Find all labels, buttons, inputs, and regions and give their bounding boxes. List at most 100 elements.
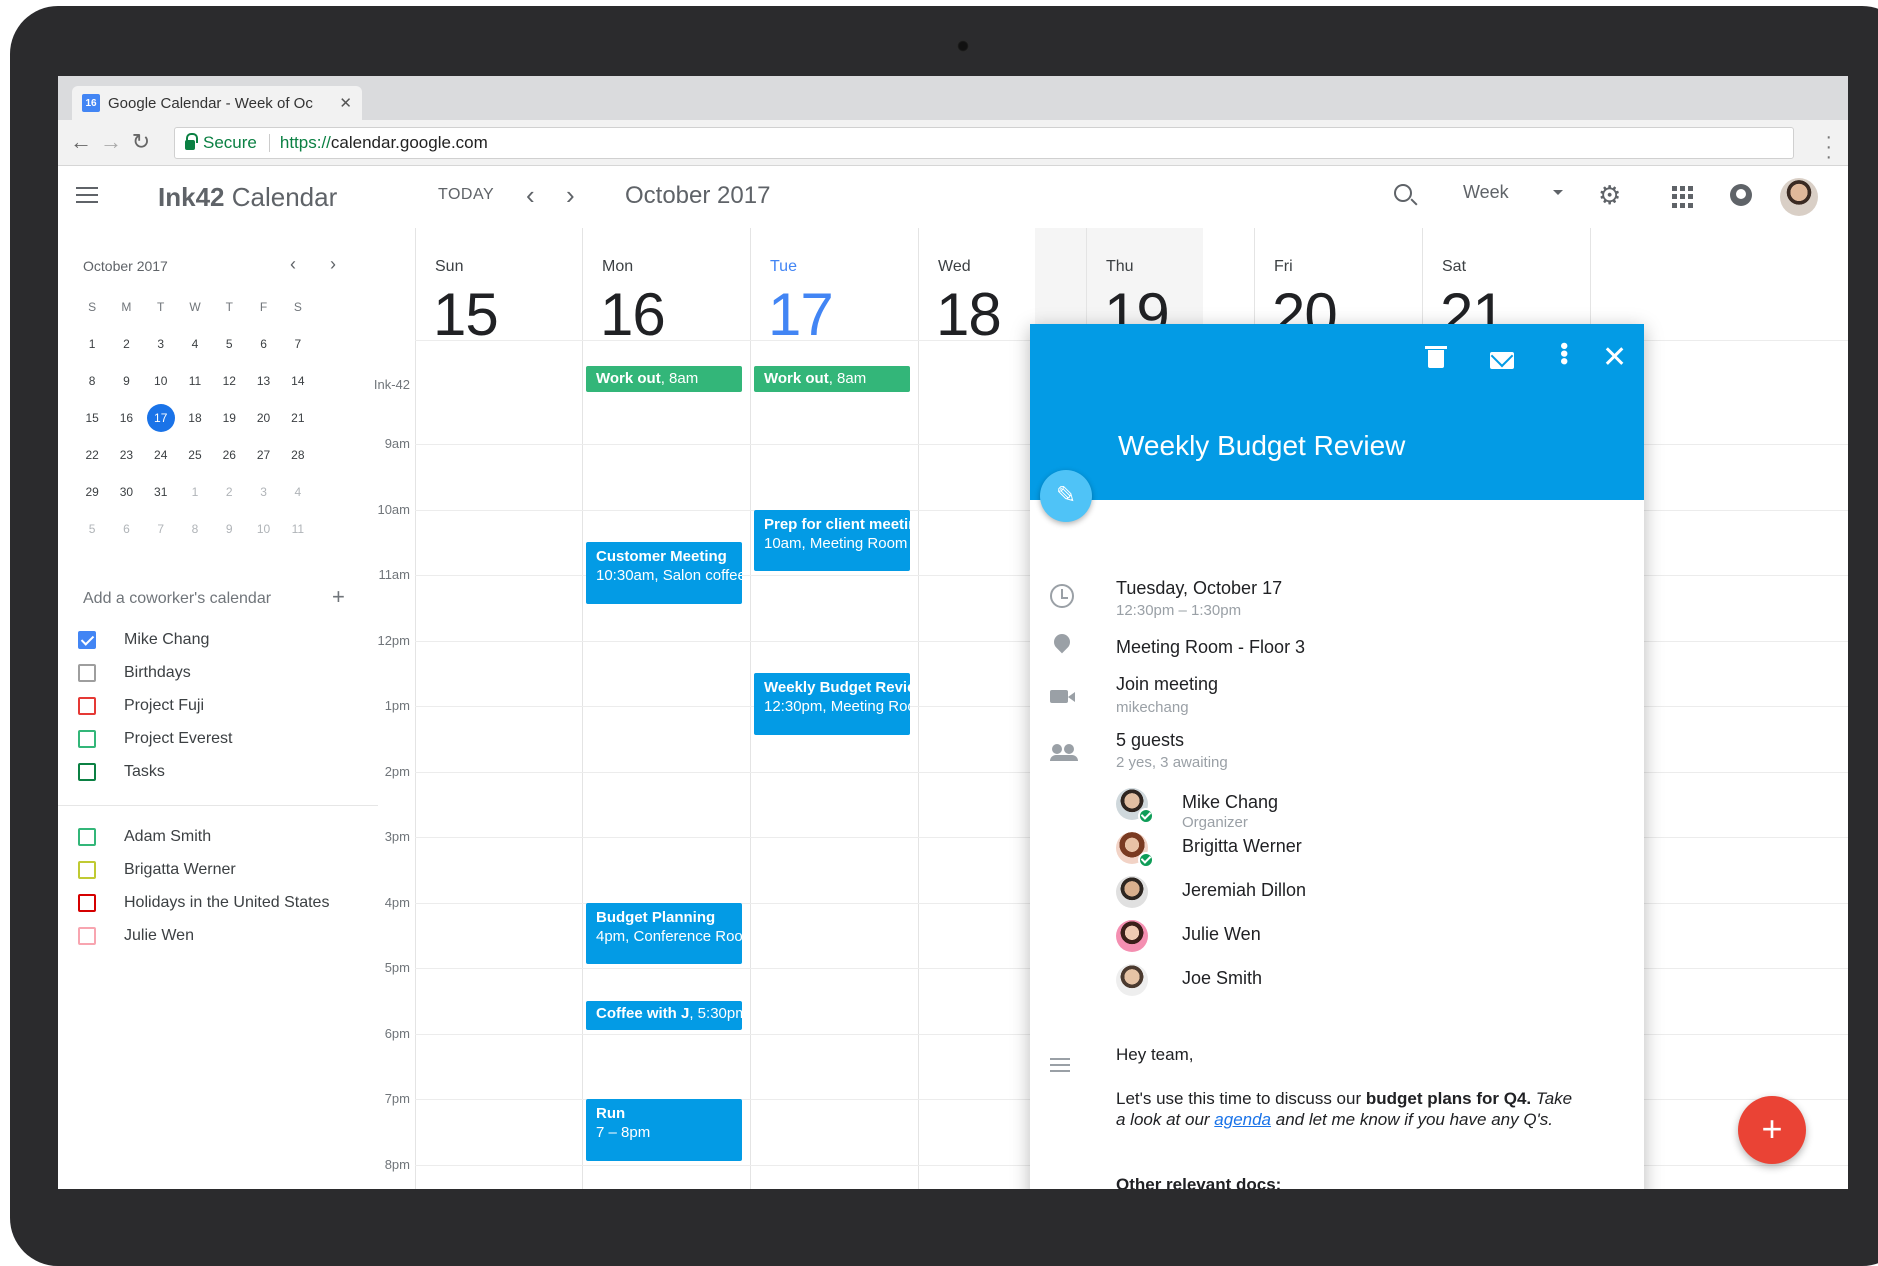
mini-day[interactable]: 3 xyxy=(246,485,280,499)
mini-day[interactable]: 22 xyxy=(75,448,109,462)
calendar-checkbox[interactable] xyxy=(78,860,96,879)
mini-day[interactable]: 4 xyxy=(281,485,315,499)
mini-day[interactable]: 9 xyxy=(212,522,246,536)
mini-day[interactable]: 3 xyxy=(144,337,178,351)
mini-day[interactable]: 1 xyxy=(178,485,212,499)
mini-day[interactable]: 29 xyxy=(75,485,109,499)
reload-icon[interactable]: ↻ xyxy=(128,129,154,155)
edit-event-button[interactable]: ✎ xyxy=(1040,470,1092,522)
mini-day[interactable]: 27 xyxy=(246,448,280,462)
mini-day[interactable]: 21 xyxy=(281,411,315,425)
guest-item[interactable]: Julie Wen xyxy=(1116,920,1536,956)
mini-day[interactable]: 31 xyxy=(144,485,178,499)
calendar-checkbox[interactable] xyxy=(78,762,96,781)
event-run[interactable]: Run 7 – 8pm xyxy=(586,1099,742,1161)
event-mon-workout[interactable]: Work out, 8am xyxy=(586,366,742,392)
mini-day[interactable]: 2 xyxy=(212,485,246,499)
day-header[interactable]: Mon 16 xyxy=(582,228,750,348)
calendar-item[interactable]: Brigatta Werner xyxy=(78,853,358,886)
event-budget-review[interactable]: Weekly Budget Review12:30pm, Meeting Roo… xyxy=(754,673,910,735)
calendar-item[interactable]: Holidays in the United States xyxy=(78,886,358,919)
mini-day[interactable]: 4 xyxy=(178,337,212,351)
mini-day[interactable]: 20 xyxy=(246,411,280,425)
close-tab-icon[interactable]: ✕ xyxy=(339,94,352,112)
guest-item[interactable]: Jeremiah Dillon xyxy=(1116,876,1536,912)
mini-day[interactable]: 10 xyxy=(144,374,178,388)
event-tue-workout[interactable]: Work out, 8am xyxy=(754,366,910,392)
mini-day[interactable]: 8 xyxy=(178,522,212,536)
main-menu-icon[interactable] xyxy=(76,187,98,203)
delete-icon[interactable] xyxy=(1425,346,1447,368)
gear-icon[interactable]: ⚙ xyxy=(1598,182,1621,208)
view-select[interactable]: Week xyxy=(1463,182,1563,203)
add-coworker-input[interactable]: Add a coworker's calendar xyxy=(83,590,271,608)
mini-day[interactable]: 2 xyxy=(109,337,143,351)
email-guests-icon[interactable] xyxy=(1490,352,1514,369)
calendar-checkbox[interactable] xyxy=(78,630,96,649)
mini-day[interactable]: 18 xyxy=(178,411,212,425)
event-coffee[interactable]: Coffee with J, 5:30pm xyxy=(586,1000,742,1030)
mini-day[interactable]: 7 xyxy=(144,522,178,536)
guest-item[interactable]: Mike Chang Organizer xyxy=(1116,788,1536,831)
create-event-button[interactable]: + xyxy=(1738,1096,1806,1164)
mini-day[interactable]: 24 xyxy=(144,448,178,462)
mini-prev-month-icon[interactable]: ‹ xyxy=(290,254,296,275)
forward-arrow-icon[interactable]: → xyxy=(98,129,124,155)
calendar-checkbox[interactable] xyxy=(78,827,96,846)
calendar-item[interactable]: Julie Wen xyxy=(78,919,358,952)
notifications-icon[interactable] xyxy=(1730,184,1752,206)
mini-day[interactable]: 19 xyxy=(212,411,246,425)
day-header[interactable]: Sun 15 xyxy=(415,228,583,348)
guest-item[interactable]: Joe Smith xyxy=(1116,964,1536,1000)
calendar-checkbox[interactable] xyxy=(78,926,96,945)
browser-tab[interactable]: 16 Google Calendar - Week of Oc ✕ xyxy=(72,86,362,120)
browser-menu-icon[interactable]: · · · xyxy=(1825,127,1832,167)
calendar-item[interactable]: Birthdays xyxy=(78,656,358,689)
mini-day[interactable]: 14 xyxy=(281,374,315,388)
mini-day[interactable]: 16 xyxy=(109,411,143,425)
more-options-icon[interactable]: ••• xyxy=(1552,342,1577,365)
calendar-checkbox[interactable] xyxy=(78,729,96,748)
apps-grid-icon[interactable] xyxy=(1672,186,1694,208)
mini-day[interactable]: 23 xyxy=(109,448,143,462)
mini-day[interactable]: 26 xyxy=(212,448,246,462)
prev-week-icon[interactable]: ‹ xyxy=(526,180,535,211)
agenda-link[interactable]: agenda xyxy=(1214,1110,1271,1129)
mini-day[interactable]: 11 xyxy=(178,374,212,388)
calendar-checkbox[interactable] xyxy=(78,893,96,912)
event-prep[interactable]: Prep for client meeting10am, Meeting Roo… xyxy=(754,509,910,571)
close-icon[interactable]: ✕ xyxy=(1602,340,1627,375)
mini-next-month-icon[interactable]: › xyxy=(330,254,336,275)
mini-day[interactable]: 30 xyxy=(109,485,143,499)
calendar-item[interactable]: Project Everest xyxy=(78,722,358,755)
mini-day[interactable]: 28 xyxy=(281,448,315,462)
mini-day[interactable]: 6 xyxy=(246,337,280,351)
mini-day[interactable]: 25 xyxy=(178,448,212,462)
address-bar[interactable]: Secure https:// calendar.google.com xyxy=(174,127,1794,159)
mini-day[interactable]: 11 xyxy=(281,522,315,536)
mini-day[interactable]: 15 xyxy=(75,411,109,425)
mini-day[interactable]: 17 xyxy=(144,403,178,432)
event-budget-planning[interactable]: Budget Planning 4pm, Conference Room xyxy=(586,902,742,964)
calendar-checkbox[interactable] xyxy=(78,696,96,715)
calendar-item[interactable]: Project Fuji xyxy=(78,689,358,722)
today-button[interactable]: TODAY xyxy=(438,186,494,204)
calendar-item[interactable]: Adam Smith xyxy=(78,820,358,853)
add-calendar-icon[interactable]: + xyxy=(332,584,345,610)
mini-day[interactable]: 9 xyxy=(109,374,143,388)
mini-day[interactable]: 5 xyxy=(212,337,246,351)
calendar-checkbox[interactable] xyxy=(78,663,96,682)
mini-day[interactable]: 6 xyxy=(109,522,143,536)
join-meeting-link[interactable]: Join meeting xyxy=(1116,674,1218,695)
next-week-icon[interactable]: › xyxy=(566,180,575,211)
mini-day[interactable]: 13 xyxy=(246,374,280,388)
mini-day[interactable]: 7 xyxy=(281,337,315,351)
day-header[interactable]: Tue 17 xyxy=(750,228,918,348)
mini-day[interactable]: 12 xyxy=(212,374,246,388)
mini-day[interactable]: 10 xyxy=(246,522,280,536)
calendar-item[interactable]: Tasks xyxy=(78,755,358,788)
event-customer[interactable]: Customer Meeting 10:30am, Salon coffee s xyxy=(586,542,742,604)
back-arrow-icon[interactable]: ← xyxy=(68,129,94,155)
mini-day[interactable]: 1 xyxy=(75,337,109,351)
mini-day[interactable]: 5 xyxy=(75,522,109,536)
